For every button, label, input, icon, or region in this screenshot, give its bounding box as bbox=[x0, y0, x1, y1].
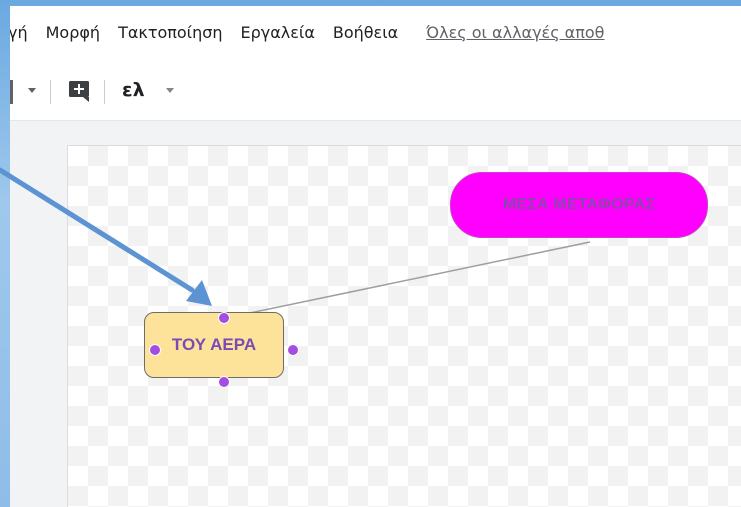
input-tools-button[interactable]: ελ bbox=[122, 79, 145, 101]
selection-handle-right[interactable] bbox=[287, 344, 299, 356]
caret-down-icon[interactable] bbox=[166, 88, 174, 93]
menu-arrange[interactable]: Τακτοποίηση bbox=[118, 23, 222, 42]
add-comment-icon[interactable] bbox=[68, 80, 90, 102]
save-status-link[interactable]: Όλες οι αλλαγές αποθ bbox=[426, 23, 604, 42]
menu-tools[interactable]: Εργαλεία bbox=[241, 23, 315, 42]
menu-bar: γή Μορφή Τακτοποίηση Εργαλεία Βοήθεια Όλ… bbox=[10, 6, 741, 58]
caret-down-icon[interactable] bbox=[28, 88, 36, 93]
toolbar-separator bbox=[104, 80, 105, 104]
selection-handle-bottom[interactable] bbox=[218, 376, 230, 388]
shape-mesa-metaforas[interactable]: ΜΕΣΑ ΜΕΤΑΦΟΡΑΣ bbox=[450, 172, 708, 238]
menu-format[interactable]: Μορφή bbox=[46, 23, 100, 42]
drawing-app-window: γή Μορφή Τακτοποίηση Εργαλεία Βοήθεια Όλ… bbox=[10, 6, 741, 507]
menu-help[interactable]: Βοήθεια bbox=[333, 23, 398, 42]
toolbar-separator bbox=[50, 80, 51, 104]
shape-tou-aera[interactable]: ΤΟΥ ΑΕΡΑ bbox=[144, 312, 284, 378]
toolbar-edge-icon[interactable] bbox=[10, 80, 13, 104]
selection-handle-left[interactable] bbox=[149, 344, 161, 356]
selection-handle-top[interactable] bbox=[218, 312, 230, 324]
toolbar: ελ bbox=[10, 62, 741, 121]
menu-insert[interactable]: γή bbox=[10, 23, 28, 42]
